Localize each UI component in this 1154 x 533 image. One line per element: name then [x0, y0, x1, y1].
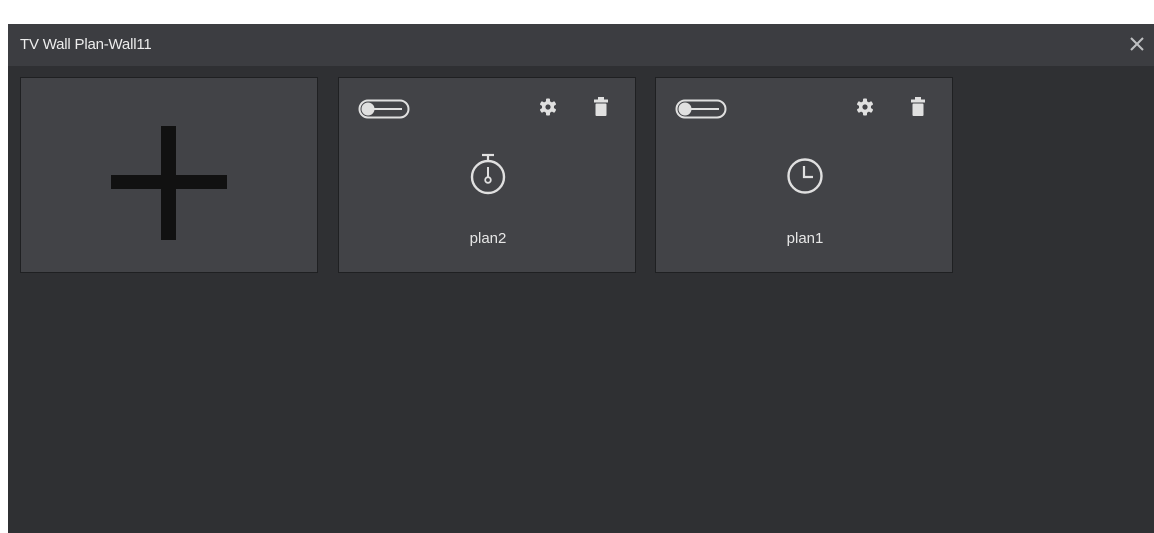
plus-icon	[111, 126, 227, 240]
delete-trash-icon[interactable]	[910, 97, 926, 116]
enable-toggle[interactable]	[675, 99, 727, 119]
enable-toggle[interactable]	[358, 99, 410, 119]
stopwatch-icon	[470, 153, 506, 195]
plan-name-label[interactable]: plan2	[339, 230, 637, 248]
plan-name-label[interactable]: plan1	[656, 230, 954, 248]
tv-wall-plan-dialog: TV Wall Plan-Wall11 plan2 plan1	[8, 24, 1154, 533]
plan-card[interactable]: plan1	[655, 77, 953, 273]
delete-trash-icon[interactable]	[593, 97, 609, 116]
close-icon	[1130, 37, 1144, 51]
settings-gear-icon[interactable]	[856, 98, 874, 116]
dialog-title: TV Wall Plan-Wall11	[20, 36, 152, 53]
close-button[interactable]	[1124, 31, 1150, 57]
settings-gear-icon[interactable]	[539, 98, 557, 116]
page-background-strip	[0, 0, 1154, 24]
dialog-titlebar: TV Wall Plan-Wall11	[8, 24, 1154, 66]
add-plan-card[interactable]	[20, 77, 318, 273]
clock-icon	[787, 158, 823, 194]
plan-card[interactable]: plan2	[338, 77, 636, 273]
